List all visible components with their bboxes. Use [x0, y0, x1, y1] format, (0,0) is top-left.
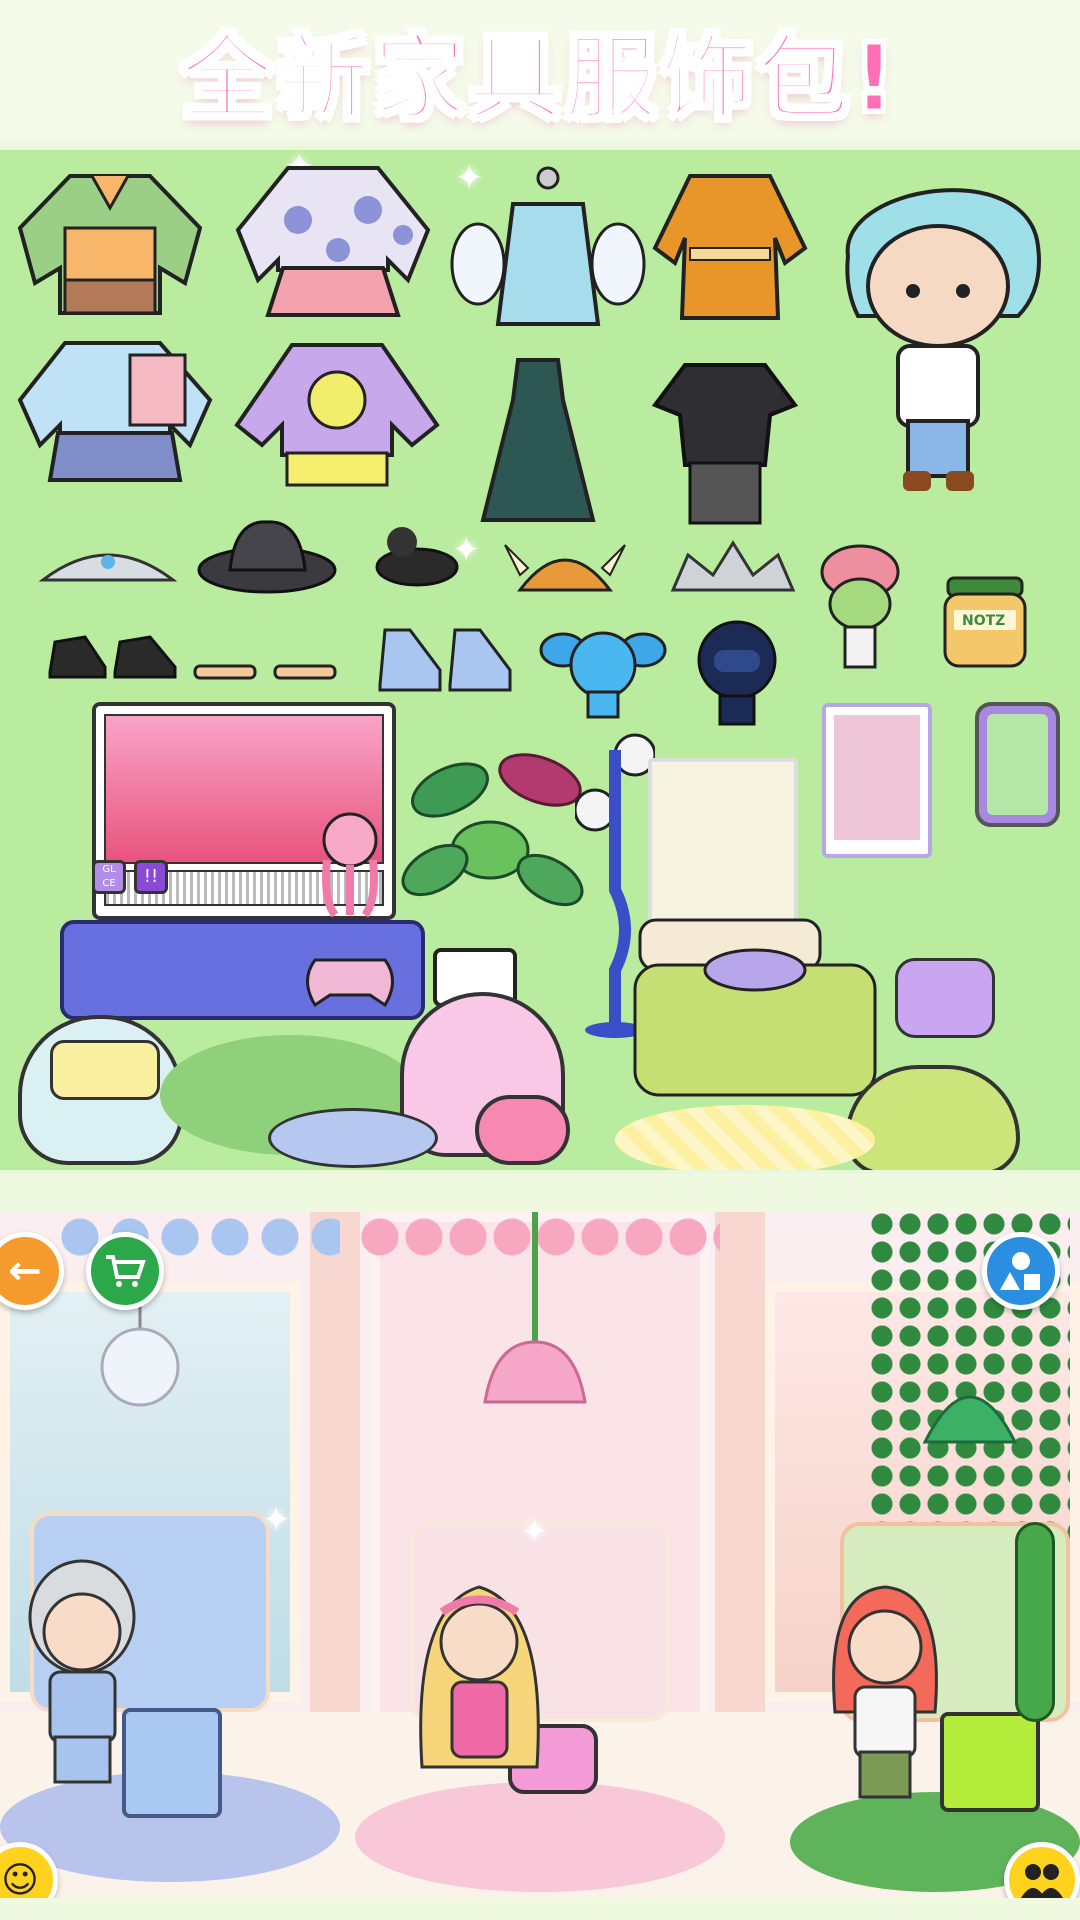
lime-bean-bag-item[interactable]: [845, 1065, 1020, 1170]
yellow-pillow-item: [50, 1040, 160, 1100]
green-cube-table: [940, 1712, 1040, 1812]
tv-stand-sign-right: !!: [134, 860, 168, 894]
room-scene: ✦ ✦ ← ☺: [0, 1212, 1080, 1898]
cart-icon: [106, 1255, 146, 1287]
blue-dress-item[interactable]: [448, 164, 648, 329]
tulip-lamp: [483, 1212, 587, 1404]
red-hair-character[interactable]: [825, 1572, 945, 1802]
phone-item[interactable]: [975, 702, 1060, 827]
blonde-character[interactable]: [412, 1567, 547, 1807]
sandals-item[interactable]: [190, 628, 340, 683]
silver-tiara-item[interactable]: [38, 530, 178, 590]
phone-screen: [987, 714, 1048, 815]
green-cardigan-outfit-item[interactable]: [10, 168, 210, 318]
banner-title: 全新家具服饰包!: [180, 23, 899, 133]
photo-inner: [834, 715, 920, 840]
green-towel-girl-item[interactable]: [815, 542, 905, 672]
checker-rug-item: [615, 1105, 875, 1170]
octopus-lamp-item[interactable]: [315, 810, 385, 920]
purple-sweater-item[interactable]: [232, 335, 442, 490]
shapes-button[interactable]: [982, 1232, 1060, 1310]
cloud-shirt-plaid-skirt-item[interactable]: [10, 335, 220, 485]
left-column: [310, 1212, 360, 1732]
people-icon: [1021, 1864, 1063, 1898]
black-fascinator-item[interactable]: [362, 512, 462, 592]
arrow-left-icon: ←: [8, 1248, 42, 1294]
sparkle-icon: ✦: [520, 1512, 549, 1552]
robot-plush-item[interactable]: [692, 618, 782, 728]
potted-plant-item[interactable]: [390, 720, 590, 1010]
crown-tiara-item[interactable]: [668, 535, 798, 595]
shell-lamp: [100, 1302, 180, 1407]
shop-button[interactable]: [86, 1232, 164, 1310]
banner: 全新家具服饰包!: [0, 0, 1080, 140]
face-icon: ☺: [1, 1859, 39, 1899]
family-photo-frame-item[interactable]: [822, 703, 932, 858]
pink-flower-cushion-item[interactable]: [475, 1095, 570, 1165]
green-bed-item[interactable]: [630, 910, 880, 1110]
silver-hair-character[interactable]: [25, 1557, 140, 1787]
jar-label: NOTZ: [962, 613, 1006, 629]
right-column: [715, 1212, 765, 1732]
blue-plush-item[interactable]: [538, 620, 668, 720]
boy-character[interactable]: [828, 166, 1053, 506]
viking-helmet-item[interactable]: [500, 530, 630, 600]
shapes-icon: [1000, 1252, 1040, 1290]
sparkle-icon: ✦: [262, 1500, 291, 1540]
black-outfit-item[interactable]: [650, 355, 800, 530]
bottom-strip: [0, 1898, 1080, 1920]
cowboy-hat-item[interactable]: [195, 510, 340, 610]
cactus: [1015, 1522, 1055, 1722]
black-shoes-item[interactable]: [45, 622, 180, 682]
orange-robe-item[interactable]: [650, 168, 810, 323]
sneakers-item[interactable]: [375, 620, 515, 695]
purple-side-table-item[interactable]: [895, 958, 995, 1038]
dark-green-dress-item[interactable]: [468, 350, 608, 525]
leaf-lamp: [922, 1395, 1018, 1444]
game-controller-item[interactable]: [300, 950, 400, 1010]
tv-stand-sign-left: GL CE: [92, 860, 126, 894]
floral-jacket-skirt-item[interactable]: [228, 160, 438, 320]
item-catalog: ✦ ✦ ✦ ✦: [0, 146, 1080, 1174]
round-rug-item: [268, 1108, 438, 1168]
